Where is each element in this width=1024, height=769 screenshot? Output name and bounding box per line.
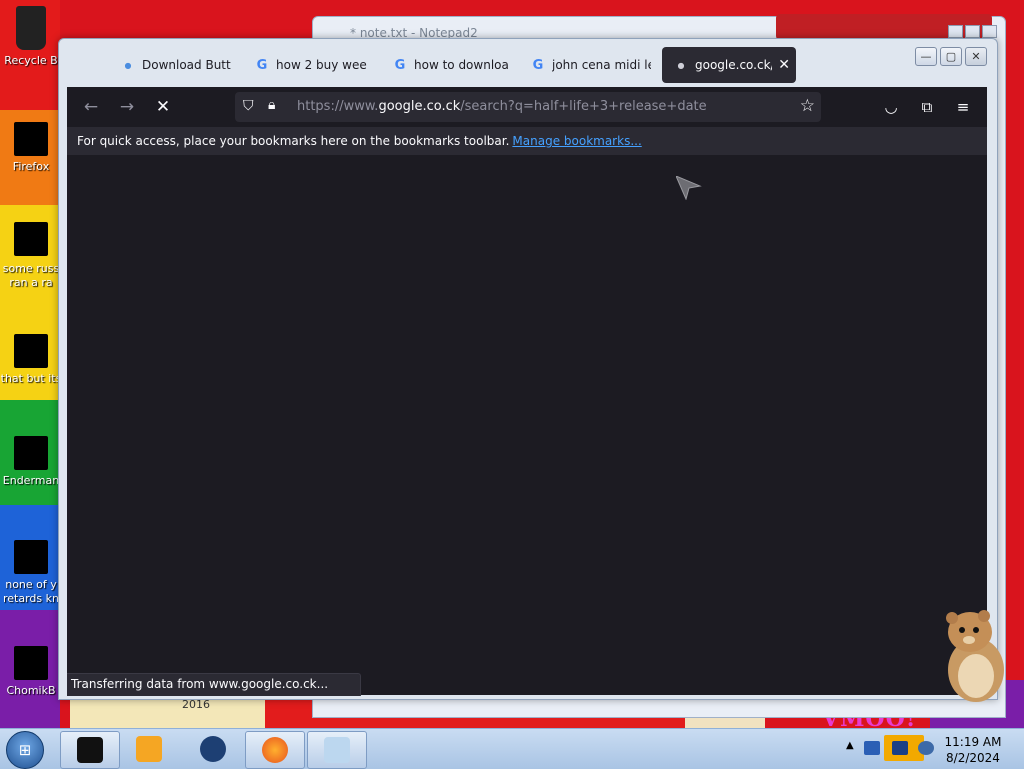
tab-how-2-buy-weed[interactable]: G how 2 buy weed	[255, 47, 367, 83]
tray-app-icon[interactable]	[864, 741, 880, 755]
tab-label: john cena midi le	[552, 58, 651, 72]
media-player-icon	[136, 736, 162, 762]
hamster-icon	[14, 646, 48, 680]
bookmarks-hint-text: For quick access, place your bookmarks h…	[77, 134, 510, 148]
url-prefix: https://www.	[297, 99, 379, 114]
file-icon	[14, 222, 48, 256]
firefox-icon	[14, 122, 48, 156]
url-text[interactable]: https://www.google.co.ck/search?q=half+l…	[297, 99, 707, 114]
desktop-icon-enderman[interactable]: Enderman	[0, 436, 62, 488]
manage-bookmarks-link[interactable]: Manage bookmarks...	[512, 134, 641, 148]
pocket-icon[interactable]: ◡	[879, 95, 903, 119]
desktop-icon-firefox[interactable]: Firefox	[0, 122, 62, 174]
close-tab-icon[interactable]: ✕	[778, 57, 790, 73]
globe-icon	[200, 736, 226, 762]
url-path: /search?q=half+life+3+release+date	[460, 99, 707, 114]
tab-google-search-active[interactable]: ● google.co.ck/s ✕	[662, 47, 796, 83]
shield-icon[interactable]: ⛉	[243, 98, 254, 114]
recycle-bin-icon	[16, 6, 46, 50]
desktop-icon-recycle-bin[interactable]: Recycle B	[0, 6, 62, 68]
taskbar-app-terminal[interactable]	[60, 731, 120, 769]
clock[interactable]: 11:19 AM 8/2/2024	[936, 734, 1010, 766]
lock-icon[interactable]: 🔒︎	[268, 97, 275, 113]
close-icon[interactable]: ✕	[965, 47, 987, 66]
start-button[interactable]: ⊞	[6, 731, 44, 769]
taskbar-app-notepad[interactable]	[307, 731, 367, 769]
terminal-icon	[77, 737, 103, 763]
tab-how-to-download[interactable]: G how to download	[393, 47, 509, 83]
bookmarks-toolbar: For quick access, place your bookmarks h…	[67, 127, 987, 155]
page-viewport[interactable]: Transferring data from www.google.co.ck.…	[67, 155, 987, 696]
app-icon	[14, 540, 48, 574]
clock-time: 11:19 AM	[944, 735, 1002, 749]
desktop-icon-label: that but its	[0, 372, 62, 385]
network-icon[interactable]	[918, 741, 934, 755]
desktop-icon-label: Enderman	[2, 474, 60, 487]
desktop-icon-label: ChomikB	[6, 684, 56, 697]
tab-download-butterf[interactable]: ● Download Butterf	[121, 47, 232, 83]
desktop-icon-label: none of y	[5, 578, 57, 591]
taskbar: ⊞ ▲ 11:19 AM 8/2/2024	[0, 728, 1024, 769]
maximize-icon[interactable]	[965, 25, 980, 38]
google-icon: G	[394, 57, 406, 73]
forward-arrow-icon[interactable]: →	[115, 95, 139, 119]
desktop-icon-label: Firefox	[12, 160, 50, 173]
app-icon	[14, 436, 48, 470]
desktop-icon-label: some russ	[2, 262, 60, 275]
desktop-icon-label-line2: retards kn	[3, 592, 59, 605]
tab-label: Download Butterf	[142, 58, 231, 72]
notepad-icon	[324, 737, 350, 763]
desktop-icon-file[interactable]: some russ ran a ra	[0, 222, 62, 290]
extensions-icon[interactable]: ⧉	[915, 95, 939, 119]
desktop-icon-label-line2: ran a ra	[9, 276, 53, 289]
google-icon: G	[532, 57, 544, 73]
url-bar[interactable]: ⛉ 🔒︎ https://www.google.co.ck/search?q=h…	[235, 92, 821, 122]
desktop-icon-label: Recycle B	[4, 54, 58, 67]
url-host: google.co.ck	[378, 99, 461, 114]
mouse-cursor-icon	[676, 176, 702, 200]
desktop-icon-folder[interactable]: that but its	[0, 334, 62, 386]
tab-john-cena-midi[interactable]: G john cena midi le	[531, 47, 651, 83]
firefox-window[interactable]: ● Download Butterf G how 2 buy weed G ho…	[58, 38, 998, 700]
google-icon: G	[256, 57, 268, 73]
tab-label: google.co.ck/s	[695, 58, 773, 72]
window-controls: — ▢ ✕	[915, 47, 987, 66]
maximize-icon[interactable]: ▢	[940, 47, 962, 66]
taskbar-app-globe[interactable]	[184, 731, 242, 767]
tab-label: how to download	[414, 58, 509, 72]
tab-strip: ● Download Butterf G how 2 buy weed G ho…	[59, 39, 997, 89]
bookmark-star-icon[interactable]: ☆	[800, 96, 815, 116]
dot-icon: ●	[124, 60, 132, 70]
stop-loading-icon[interactable]: ✕	[151, 95, 175, 119]
desktop-icon-chomik[interactable]: ChomikB	[0, 646, 62, 698]
status-panel: Transferring data from www.google.co.ck.…	[67, 673, 362, 696]
folder-icon	[14, 334, 48, 368]
firefox-icon	[262, 737, 288, 763]
hamster-icon	[946, 610, 1004, 702]
navigation-toolbar: ← → ✕ ⛉ 🔒︎ https://www.google.co.ck/sear…	[67, 87, 987, 127]
minimize-icon[interactable]	[948, 25, 963, 38]
clock-date: 8/2/2024	[946, 751, 1000, 765]
show-hidden-icons-icon[interactable]: ▲	[846, 740, 854, 751]
minimize-icon[interactable]: —	[915, 47, 937, 66]
back-arrow-icon[interactable]: ←	[79, 95, 103, 119]
browser-content-frame: ← → ✕ ⛉ 🔒︎ https://www.google.co.ck/sear…	[67, 87, 987, 696]
desktop-icon-app[interactable]: none of y retards kn	[0, 540, 62, 606]
tray-monitor-icon[interactable]	[892, 741, 908, 755]
taskbar-app-firefox[interactable]	[245, 731, 305, 769]
menu-icon[interactable]: ≡	[951, 95, 975, 119]
taskbar-app-media-player[interactable]	[120, 731, 178, 767]
close-icon[interactable]	[982, 25, 997, 38]
dot-icon: ●	[677, 60, 685, 70]
tab-label: how 2 buy weed	[276, 58, 367, 72]
